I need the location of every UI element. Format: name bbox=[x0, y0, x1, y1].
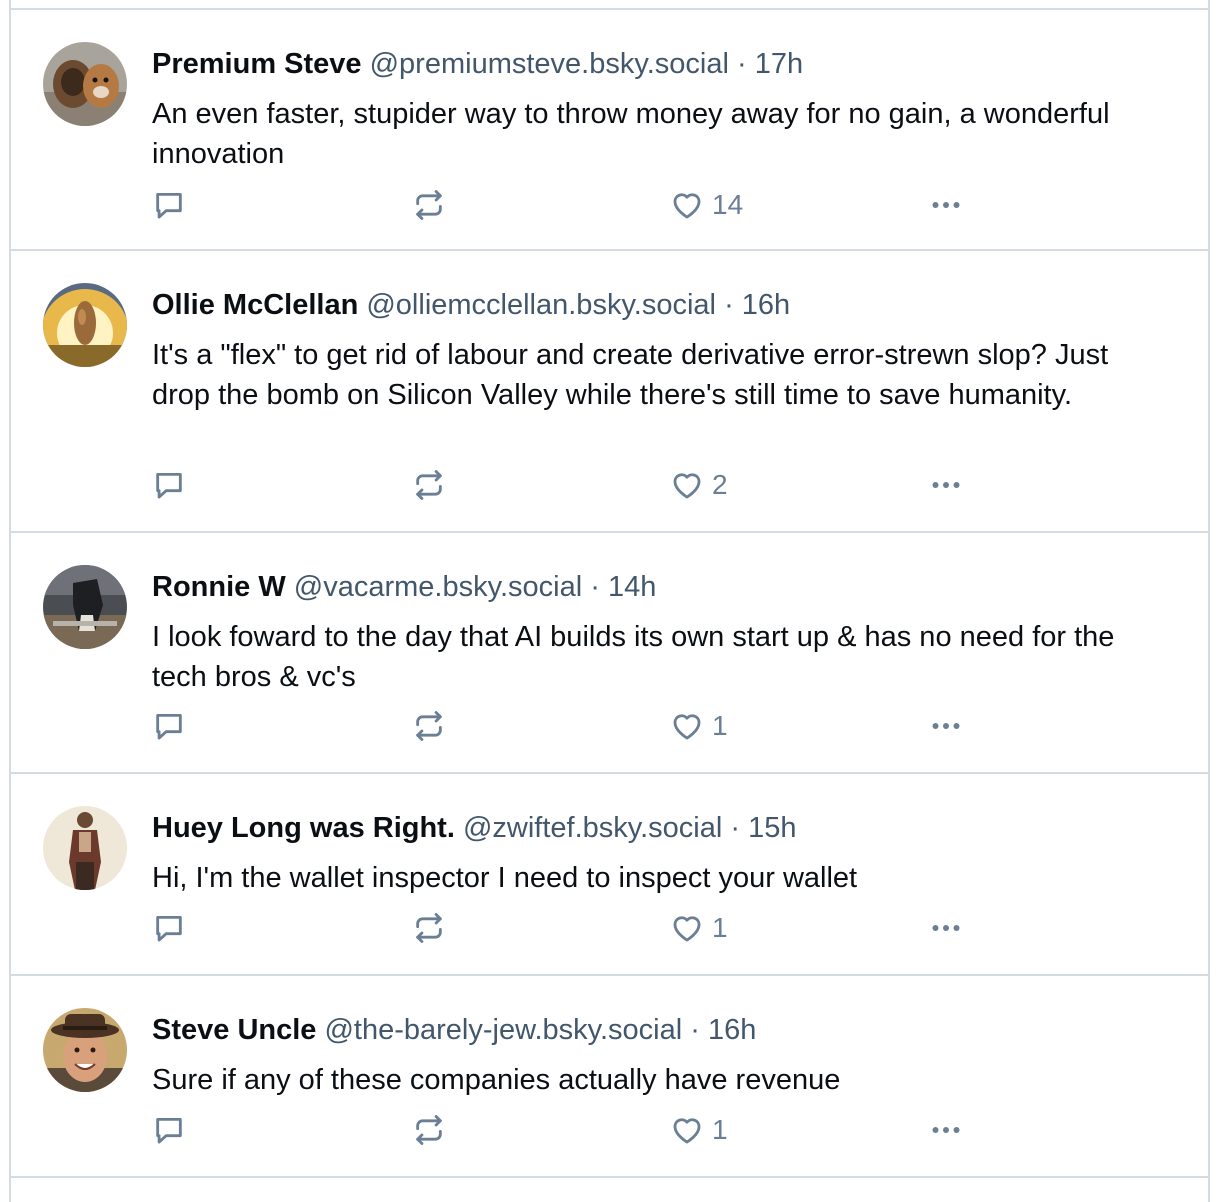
post-actions: 1 bbox=[152, 706, 1052, 746]
more-options-button[interactable] bbox=[928, 185, 964, 225]
author-name[interactable]: Steve Uncle bbox=[152, 1014, 316, 1046]
more-options-button[interactable] bbox=[928, 706, 964, 746]
post-header: Steve Uncle @the-barely-jew.bsky.social … bbox=[152, 1013, 756, 1047]
more-options-button[interactable] bbox=[928, 465, 964, 505]
post-actions: 1 bbox=[152, 908, 1052, 948]
repost-button[interactable] bbox=[412, 908, 446, 948]
like-button[interactable]: 1 bbox=[670, 1110, 728, 1150]
glowing-potato-avatar[interactable] bbox=[43, 283, 127, 367]
horse-photo-avatar[interactable] bbox=[43, 565, 127, 649]
post-card[interactable]: Premium Steve @premiumsteve.bsky.social … bbox=[11, 10, 1208, 251]
post-card[interactable]: Huey Long was Right. @zwiftef.bsky.socia… bbox=[11, 774, 1208, 976]
ellipsis-icon bbox=[932, 482, 960, 488]
post-timestamp[interactable]: 15h bbox=[748, 812, 796, 844]
ellipsis-icon bbox=[932, 723, 960, 729]
author-name[interactable]: Ollie McClellan bbox=[152, 289, 358, 321]
repost-icon bbox=[416, 913, 442, 943]
author-handle[interactable]: @premiumsteve.bsky.social bbox=[370, 48, 729, 80]
reply-button[interactable] bbox=[152, 465, 186, 505]
repost-icon bbox=[416, 711, 442, 741]
ellipsis-icon bbox=[932, 1127, 960, 1133]
reply-icon bbox=[156, 472, 182, 499]
like-count: 1 bbox=[712, 1114, 728, 1145]
post-text: It's a "flex" to get rid of labour and c… bbox=[152, 339, 1109, 411]
like-button[interactable]: 1 bbox=[670, 908, 728, 948]
repost-icon bbox=[416, 1115, 442, 1145]
reply-icon bbox=[156, 713, 182, 740]
heart-icon bbox=[673, 714, 701, 740]
repost-button[interactable] bbox=[412, 465, 446, 505]
post-timestamp[interactable]: 14h bbox=[608, 571, 656, 603]
author-name[interactable]: Huey Long was Right. bbox=[152, 812, 455, 844]
post-text: An even faster, stupider way to throw mo… bbox=[152, 98, 1110, 170]
post-header: Ronnie W @vacarme.bsky.social · 14h bbox=[152, 570, 656, 604]
post-timestamp[interactable]: 16h bbox=[742, 289, 790, 321]
like-button[interactable]: 14 bbox=[670, 185, 743, 225]
more-options-button[interactable] bbox=[928, 908, 964, 948]
post-actions: 2 bbox=[152, 465, 1052, 505]
repost-button[interactable] bbox=[412, 185, 446, 225]
standing-man-avatar[interactable] bbox=[43, 806, 127, 890]
separator-dot: · bbox=[690, 1014, 700, 1046]
reply-icon bbox=[156, 192, 182, 219]
author-handle[interactable]: @olliemcclellan.bsky.social bbox=[366, 289, 716, 321]
repost-icon bbox=[416, 470, 442, 500]
separator-dot: · bbox=[590, 571, 600, 603]
post-text: Sure if any of these companies actually … bbox=[152, 1064, 841, 1096]
dog-photo-avatar[interactable] bbox=[43, 42, 127, 126]
like-button[interactable]: 2 bbox=[670, 465, 728, 505]
author-handle[interactable]: @vacarme.bsky.social bbox=[294, 571, 582, 603]
heart-icon bbox=[673, 473, 701, 499]
post-feed: Premium Steve @premiumsteve.bsky.social … bbox=[9, 0, 1210, 1202]
post-card[interactable]: Ollie McClellan @olliemcclellan.bsky.soc… bbox=[11, 251, 1208, 533]
reply-button[interactable] bbox=[152, 908, 186, 948]
author-handle[interactable]: @the-barely-jew.bsky.social bbox=[324, 1014, 682, 1046]
post-card[interactable]: Steve Uncle @the-barely-jew.bsky.social … bbox=[11, 976, 1208, 1178]
author-handle[interactable]: @zwiftef.bsky.social bbox=[463, 812, 722, 844]
post-card[interactable]: Ronnie W @vacarme.bsky.social · 14h I lo… bbox=[11, 533, 1208, 774]
repost-button[interactable] bbox=[412, 1110, 446, 1150]
post-actions: 1 bbox=[152, 1110, 1052, 1150]
post-timestamp[interactable]: 17h bbox=[755, 48, 803, 80]
heart-icon bbox=[673, 916, 701, 942]
more-options-button[interactable] bbox=[928, 1110, 964, 1150]
post-text: I look foward to the day that AI builds … bbox=[152, 621, 1115, 693]
reply-button[interactable] bbox=[152, 185, 186, 225]
repost-icon bbox=[416, 190, 442, 220]
post-header: Ollie McClellan @olliemcclellan.bsky.soc… bbox=[152, 288, 790, 322]
reply-button[interactable] bbox=[152, 1110, 186, 1150]
reply-icon bbox=[156, 1117, 182, 1144]
author-name[interactable]: Premium Steve bbox=[152, 48, 362, 80]
post-timestamp[interactable]: 16h bbox=[708, 1014, 756, 1046]
like-count: 1 bbox=[712, 710, 728, 741]
like-count: 2 bbox=[712, 469, 728, 500]
post-text: Hi, I'm the wallet inspector I need to i… bbox=[152, 862, 858, 894]
heart-icon bbox=[673, 1118, 701, 1144]
separator-dot: · bbox=[724, 289, 734, 321]
ellipsis-icon bbox=[932, 925, 960, 931]
like-button[interactable]: 1 bbox=[670, 706, 728, 746]
repost-button[interactable] bbox=[412, 706, 446, 746]
like-count: 1 bbox=[712, 912, 728, 943]
ellipsis-icon bbox=[932, 202, 960, 208]
post-header: Huey Long was Right. @zwiftef.bsky.socia… bbox=[152, 811, 797, 845]
man-in-hat-avatar[interactable] bbox=[43, 1008, 127, 1092]
like-count: 14 bbox=[712, 189, 744, 220]
separator-dot: · bbox=[736, 48, 747, 80]
post-actions: 14 bbox=[152, 185, 1052, 225]
heart-icon bbox=[673, 193, 701, 219]
reply-icon bbox=[156, 915, 182, 942]
separator-dot: · bbox=[730, 812, 741, 844]
author-name[interactable]: Ronnie W bbox=[152, 571, 286, 603]
reply-button[interactable] bbox=[152, 706, 186, 746]
post-header: Premium Steve @premiumsteve.bsky.social … bbox=[152, 47, 803, 81]
